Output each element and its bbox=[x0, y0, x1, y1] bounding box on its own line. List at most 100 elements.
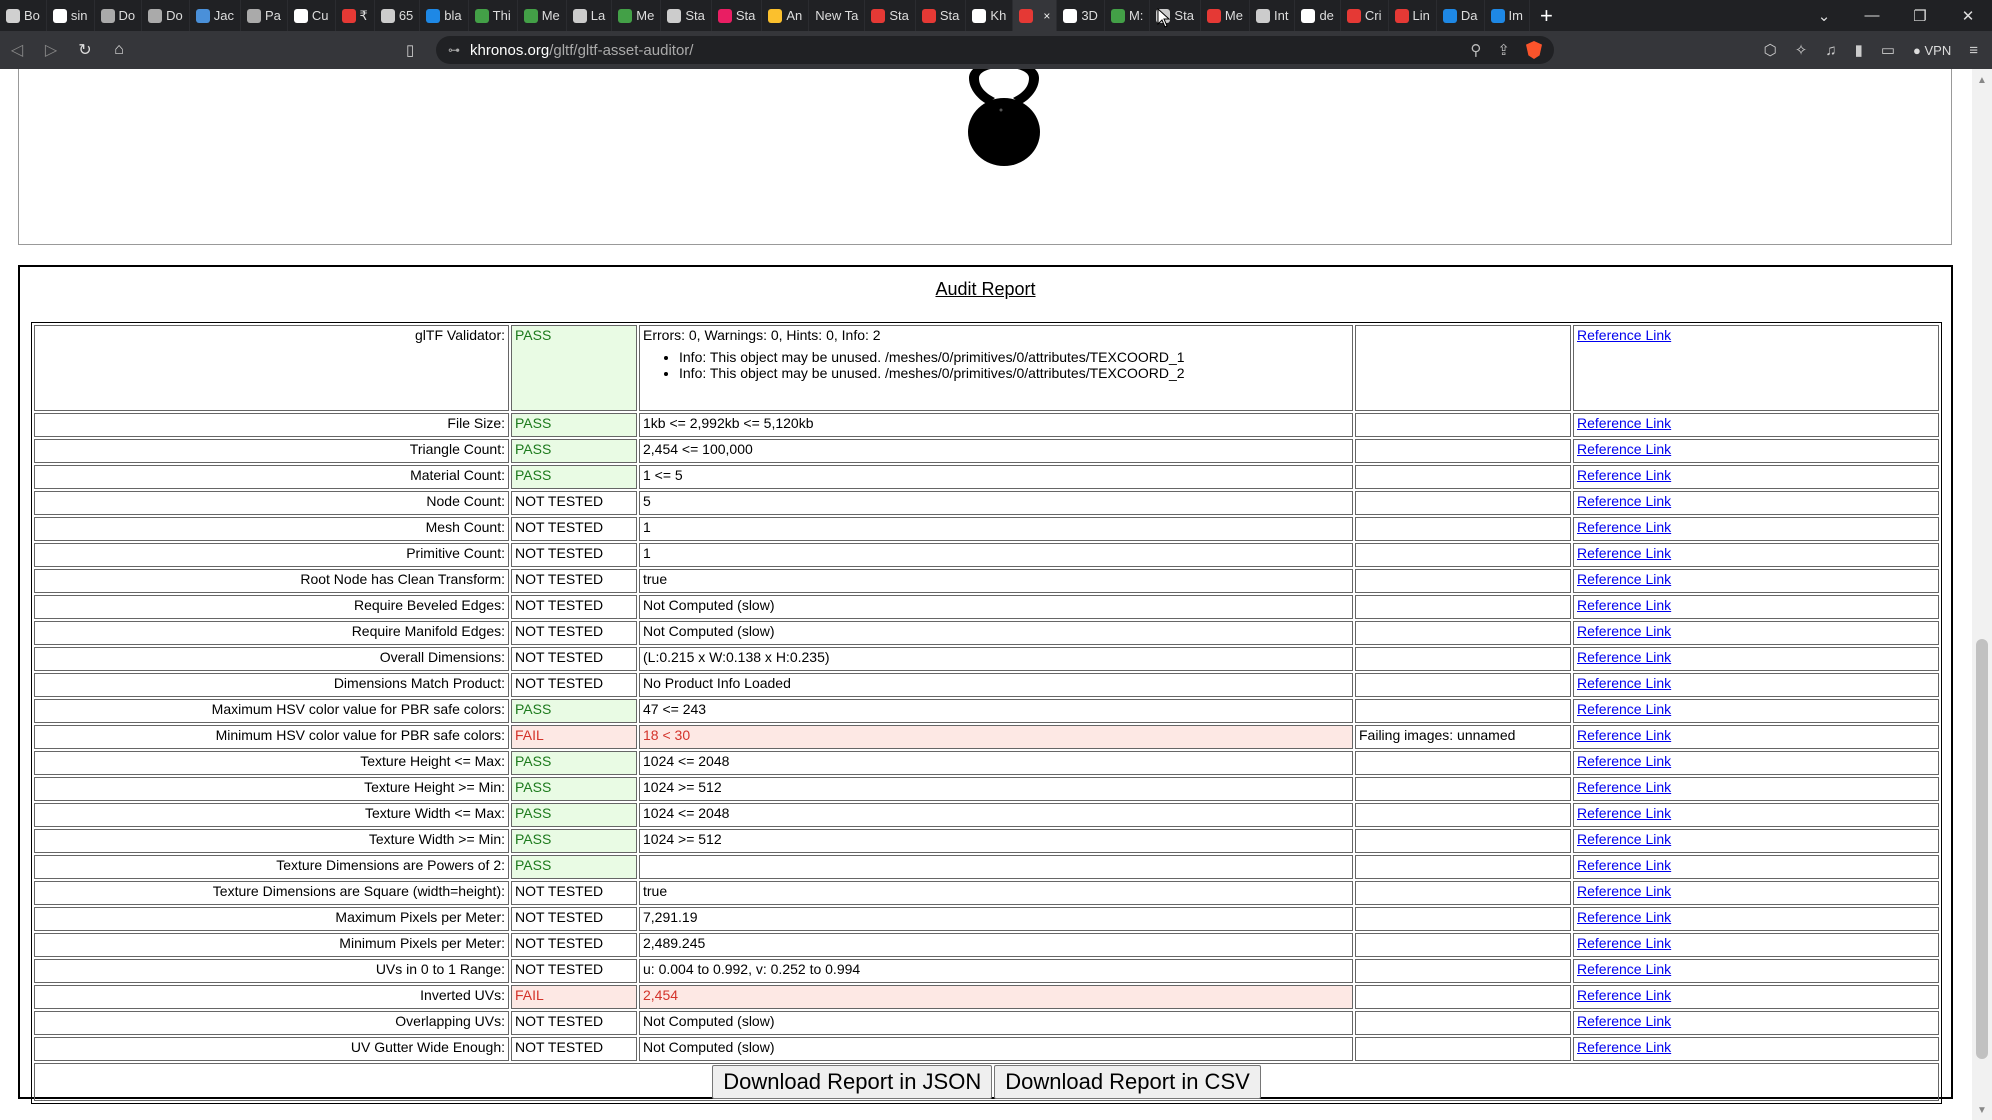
extensions-cube-icon[interactable]: ⬡ bbox=[1764, 41, 1777, 59]
reference-link[interactable]: Reference Link bbox=[1577, 935, 1671, 951]
reference-link[interactable]: Reference Link bbox=[1577, 753, 1671, 769]
browser-tab[interactable]: Im bbox=[1485, 0, 1530, 31]
scroll-down-icon[interactable]: ▼ bbox=[1977, 1105, 1987, 1116]
minimize-icon[interactable]: — bbox=[1848, 7, 1896, 25]
reference-link[interactable]: Reference Link bbox=[1577, 727, 1671, 743]
tab-search-icon[interactable]: ⌄ bbox=[1800, 7, 1848, 25]
check-label: Node Count: bbox=[34, 491, 509, 515]
browser-tab[interactable]: Sta bbox=[661, 0, 712, 31]
reference-link[interactable]: Reference Link bbox=[1577, 1039, 1671, 1055]
scroll-up-icon[interactable]: ▲ bbox=[1977, 75, 1987, 86]
zoom-icon[interactable]: ⚲ bbox=[1470, 41, 1481, 59]
restore-icon[interactable]: ❐ bbox=[1896, 7, 1944, 25]
close-window-icon[interactable]: ✕ bbox=[1944, 7, 1992, 25]
reference-link[interactable]: Reference Link bbox=[1577, 909, 1671, 925]
browser-tab[interactable]: Sta bbox=[865, 0, 916, 31]
reference-link[interactable]: Reference Link bbox=[1577, 623, 1671, 639]
reference-link[interactable]: Reference Link bbox=[1577, 805, 1671, 821]
browser-tab[interactable]: Do bbox=[95, 0, 143, 31]
browser-tab[interactable]: New Ta bbox=[809, 0, 866, 31]
browser-tab[interactable]: An bbox=[762, 0, 810, 31]
reference-link[interactable]: Reference Link bbox=[1577, 883, 1671, 899]
reference-link[interactable]: Reference Link bbox=[1577, 779, 1671, 795]
tab-label: Me bbox=[636, 8, 655, 23]
sidebar-icon[interactable]: ▮ bbox=[1855, 41, 1863, 59]
reference-link[interactable]: Reference Link bbox=[1577, 519, 1671, 535]
browser-tab[interactable]: Thi bbox=[469, 0, 518, 31]
check-result: 5 bbox=[643, 493, 651, 509]
vpn-button[interactable]: ● VPN bbox=[1913, 43, 1951, 58]
check-label: glTF Validator: bbox=[34, 325, 509, 411]
check-result: Not Computed (slow) bbox=[643, 1013, 775, 1029]
wallet-icon[interactable]: ▭ bbox=[1881, 41, 1895, 59]
browser-tab[interactable]: sin bbox=[47, 0, 95, 31]
browser-tab[interactable]: Cri bbox=[1341, 0, 1389, 31]
browser-tab[interactable]: de bbox=[1295, 0, 1341, 31]
scrollbar-thumb[interactable] bbox=[1976, 639, 1988, 1059]
reference-link[interactable]: Reference Link bbox=[1577, 961, 1671, 977]
browser-tab[interactable]: Kh bbox=[966, 0, 1014, 31]
check-extra bbox=[1355, 933, 1571, 957]
reference-link[interactable]: Reference Link bbox=[1577, 493, 1671, 509]
reference-link[interactable]: Reference Link bbox=[1577, 701, 1671, 717]
browser-tab[interactable]: 3D bbox=[1057, 0, 1105, 31]
bookmark-icon[interactable]: ▯ bbox=[406, 41, 426, 59]
table-row: Triangle Count: PASS 2,454 <= 100,000 Refer… bbox=[34, 439, 1939, 463]
reference-link[interactable]: Reference Link bbox=[1577, 831, 1671, 847]
reference-link[interactable]: Reference Link bbox=[1577, 649, 1671, 665]
browser-tab[interactable]: bla bbox=[420, 0, 469, 31]
check-label: Triangle Count: bbox=[34, 439, 509, 463]
check-result: No Product Info Loaded bbox=[643, 675, 791, 691]
browser-tab[interactable]: × bbox=[1013, 0, 1058, 31]
share-icon[interactable]: ⇪ bbox=[1497, 41, 1510, 59]
reference-link[interactable]: Reference Link bbox=[1577, 857, 1671, 873]
puzzle-icon[interactable]: ✧ bbox=[1795, 41, 1808, 59]
check-label: Minimum HSV color value for PBR safe col… bbox=[34, 725, 509, 749]
browser-tab[interactable]: Pa bbox=[241, 0, 288, 31]
reference-link[interactable]: Reference Link bbox=[1577, 571, 1671, 587]
download-json-button[interactable]: Download Report in JSON bbox=[712, 1065, 993, 1099]
browser-tab[interactable]: Lin bbox=[1389, 0, 1437, 31]
reference-link[interactable]: Reference Link bbox=[1577, 415, 1671, 431]
browser-tab[interactable]: Da bbox=[1437, 0, 1485, 31]
music-icon[interactable]: ♫ bbox=[1825, 42, 1836, 59]
reference-cell: Reference Link bbox=[1573, 881, 1939, 905]
menu-icon[interactable]: ≡ bbox=[1969, 42, 1978, 59]
download-csv-button[interactable]: Download Report in CSV bbox=[994, 1065, 1261, 1099]
reference-link[interactable]: Reference Link bbox=[1577, 327, 1671, 343]
browser-tab[interactable]: Sta bbox=[712, 0, 763, 31]
reference-link[interactable]: Reference Link bbox=[1577, 675, 1671, 691]
address-bar[interactable]: ⊶ khronos.org/gltf/gltf-asset-auditor/ ⚲… bbox=[436, 36, 1554, 64]
browser-tab[interactable]: Me bbox=[612, 0, 662, 31]
browser-tab[interactable]: La bbox=[567, 0, 613, 31]
browser-tab[interactable]: Cu bbox=[288, 0, 336, 31]
browser-tab[interactable]: Int bbox=[1250, 0, 1296, 31]
home-icon[interactable]: ⌂ bbox=[102, 41, 136, 59]
reference-link[interactable]: Reference Link bbox=[1577, 441, 1671, 457]
browser-tab[interactable]: Bo bbox=[0, 0, 47, 31]
new-tab-button[interactable]: + bbox=[1530, 3, 1563, 29]
browser-tab[interactable]: M: bbox=[1105, 0, 1151, 31]
reference-link[interactable]: Reference Link bbox=[1577, 545, 1671, 561]
reference-link[interactable]: Reference Link bbox=[1577, 467, 1671, 483]
back-icon[interactable]: ◁ bbox=[0, 40, 34, 60]
page-scrollbar[interactable]: ▲ ▼ bbox=[1972, 69, 1992, 1120]
reload-icon[interactable]: ↻ bbox=[68, 40, 102, 60]
browser-tab[interactable]: Me bbox=[518, 0, 567, 31]
mouse-cursor-icon bbox=[1157, 8, 1171, 28]
reference-link[interactable]: Reference Link bbox=[1577, 1013, 1671, 1029]
reference-link[interactable]: Reference Link bbox=[1577, 597, 1671, 613]
browser-tab[interactable]: Jac bbox=[190, 0, 242, 31]
brave-shields-icon[interactable] bbox=[1526, 41, 1542, 59]
tab-close-icon[interactable]: × bbox=[1043, 9, 1050, 23]
site-info-icon[interactable]: ⊶ bbox=[448, 43, 460, 57]
reference-link[interactable]: Reference Link bbox=[1577, 987, 1671, 1003]
browser-tab[interactable]: 65 bbox=[375, 0, 421, 31]
browser-tab[interactable]: Sta bbox=[916, 0, 967, 31]
model-viewer[interactable] bbox=[18, 69, 1952, 245]
browser-tab[interactable]: ₹ bbox=[336, 0, 375, 31]
browser-tab[interactable]: Me bbox=[1201, 0, 1250, 31]
browser-tab[interactable]: Do bbox=[142, 0, 190, 31]
check-extra bbox=[1355, 1011, 1571, 1035]
forward-icon[interactable]: ▷ bbox=[34, 40, 68, 60]
